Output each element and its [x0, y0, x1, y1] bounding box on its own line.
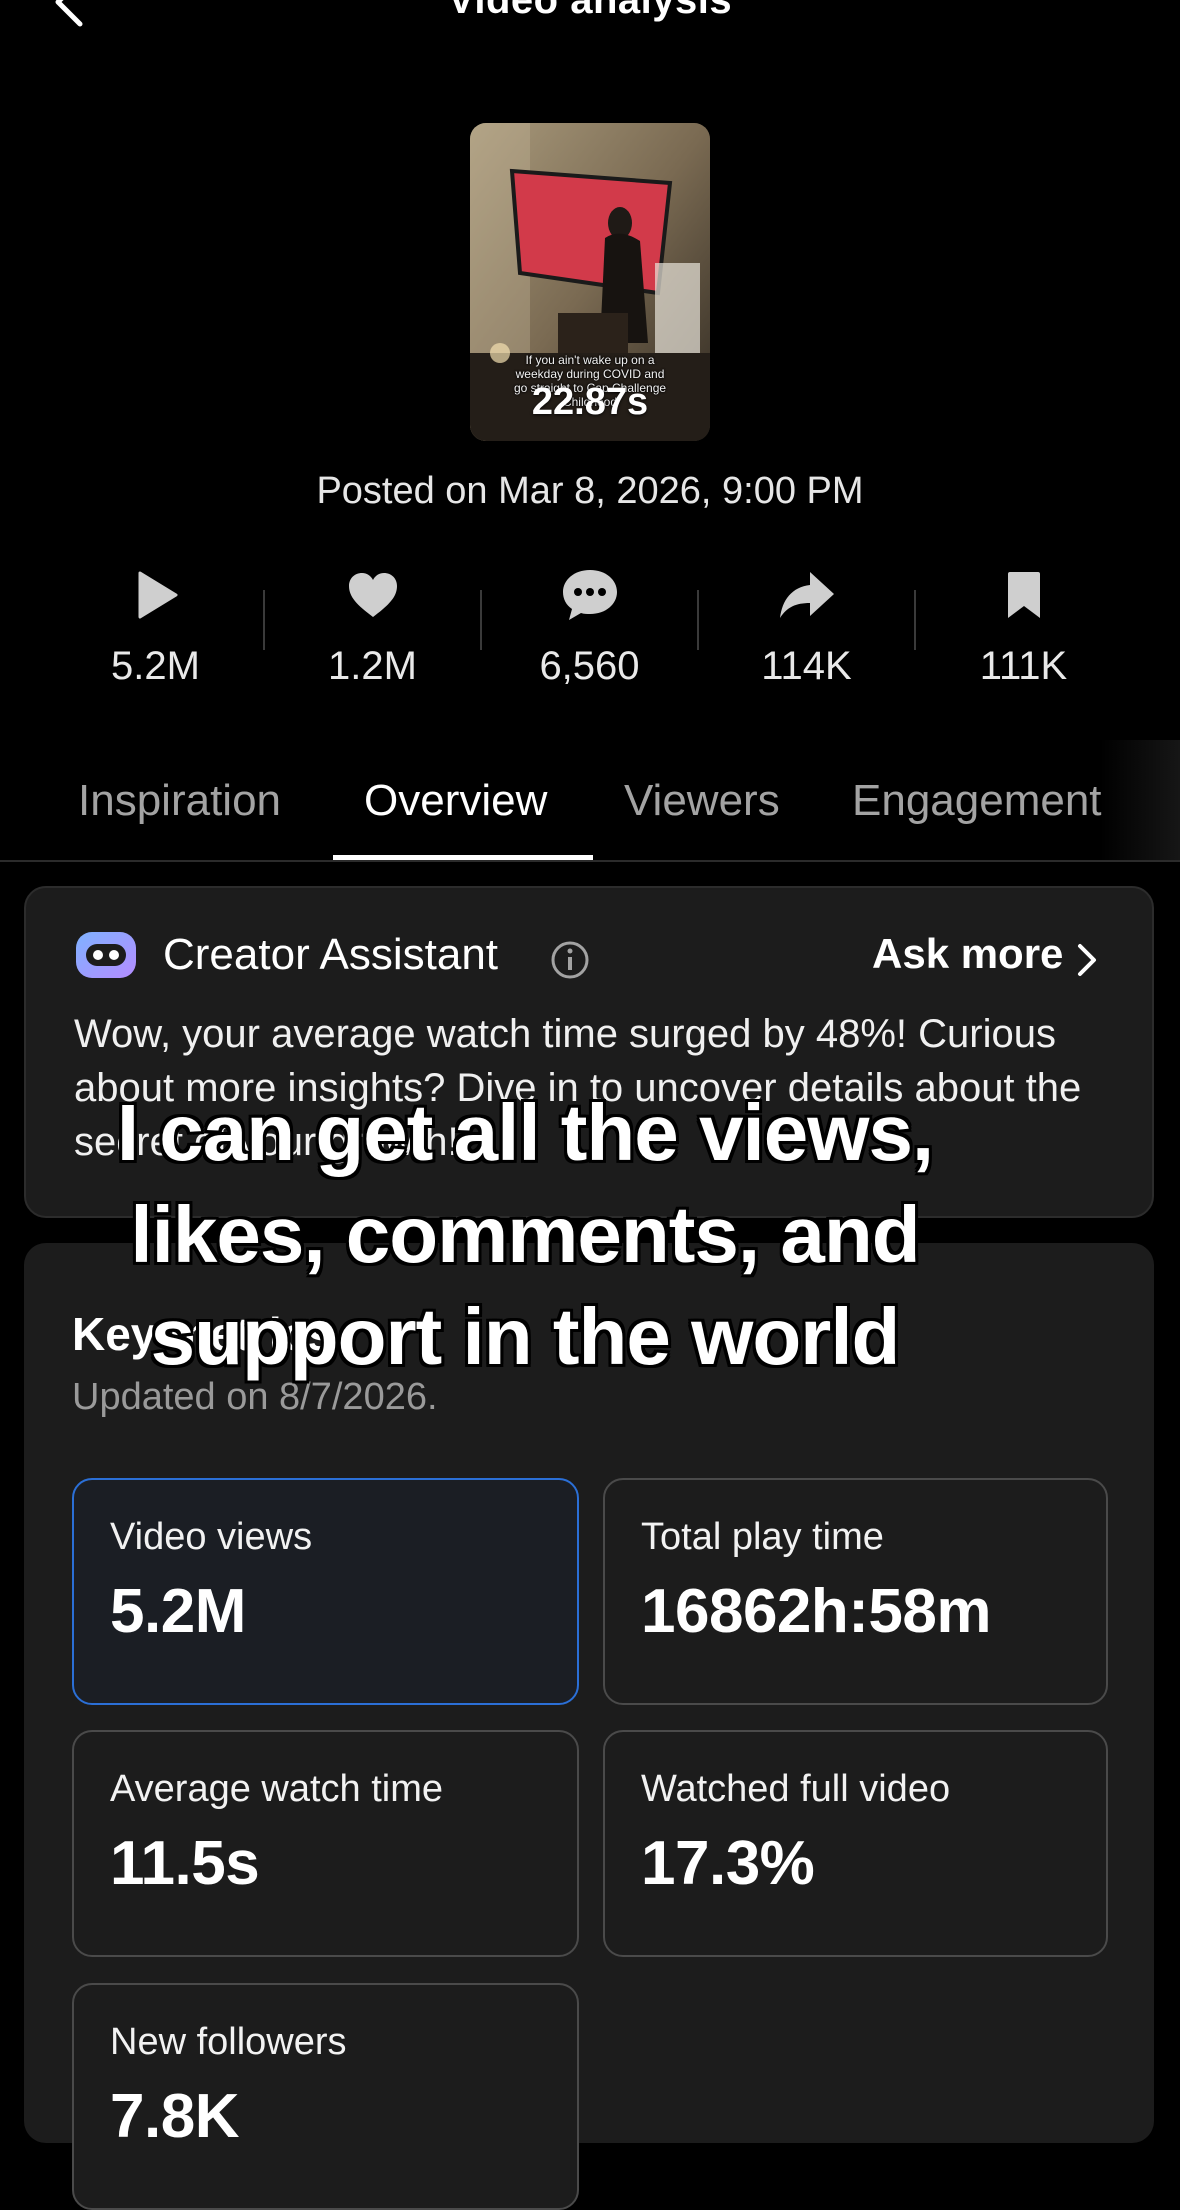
comment-icon [562, 570, 617, 620]
metric-label: Video views [110, 1516, 313, 1558]
share-icon [779, 572, 834, 618]
posted-date: Posted on Mar 8, 2026, 9:00 PM [316, 470, 864, 512]
stat-saves-value: 111K [979, 644, 1068, 688]
metric-total-play-time[interactable]: Total play time 16862h:58m [603, 1478, 1108, 1705]
metric-new-followers[interactable]: New followers 7.8K [72, 1983, 579, 2210]
metric-watched-full-video[interactable]: Watched full video 17.3% [603, 1730, 1108, 1957]
metric-video-views[interactable]: Video views 5.2M [72, 1478, 579, 1705]
metric-value: 7.8K [110, 2082, 239, 2151]
stat-saves: 111K [915, 560, 1132, 689]
stat-views: 5.2M [47, 560, 264, 689]
heart-icon [348, 573, 397, 617]
active-tab-indicator [333, 855, 593, 860]
stat-views-value: 5.2M [111, 644, 200, 688]
metric-value: 11.5s [110, 1829, 260, 1898]
stat-likes: 1.2M [264, 560, 481, 689]
ask-more-link[interactable]: Ask more [872, 930, 1063, 978]
stat-shares-value: 114K [761, 644, 852, 688]
overlay-caption: I can get all the views, likes, comments… [116, 1088, 934, 1381]
assistant-bot-icon [74, 930, 138, 987]
tab-overview[interactable]: Overview [364, 776, 547, 826]
play-icon [138, 571, 177, 619]
tab-viewers[interactable]: Viewers [624, 776, 780, 826]
chevron-right-icon [1072, 940, 1102, 985]
tab-bar: Inspiration Overview Viewers Engagement [0, 740, 1180, 862]
video-thumbnail[interactable]: If you ain't wake up on a weekday during… [470, 123, 710, 441]
stat-comments: 6,560 [481, 560, 698, 689]
video-duration: 22.87s [531, 381, 649, 423]
stat-shares: 114K [698, 560, 915, 689]
tab-engagement[interactable]: Engagement [852, 776, 1102, 826]
info-icon[interactable] [550, 940, 590, 985]
metric-label: Watched full video [641, 1768, 951, 1810]
tabs-divider [0, 860, 1180, 862]
stat-comments-value: 6,560 [539, 644, 640, 688]
metric-label: New followers [110, 2021, 347, 2063]
tab-inspiration[interactable]: Inspiration [78, 776, 281, 826]
stat-likes-value: 1.2M [328, 644, 417, 688]
metric-label: Average watch time [110, 1768, 444, 1810]
assistant-title: Creator Assistant [163, 930, 499, 979]
bookmark-icon [1007, 572, 1040, 618]
tabs-scroll-fade [1100, 740, 1180, 860]
metric-average-watch-time[interactable]: Average watch time 11.5s [72, 1730, 579, 1957]
page-title: Video analysis [447, 0, 733, 22]
metric-value: 5.2M [110, 1577, 246, 1646]
metric-value: 16862h:58m [641, 1577, 992, 1646]
metric-label: Total play time [641, 1516, 884, 1558]
metric-value: 17.3% [641, 1829, 815, 1898]
